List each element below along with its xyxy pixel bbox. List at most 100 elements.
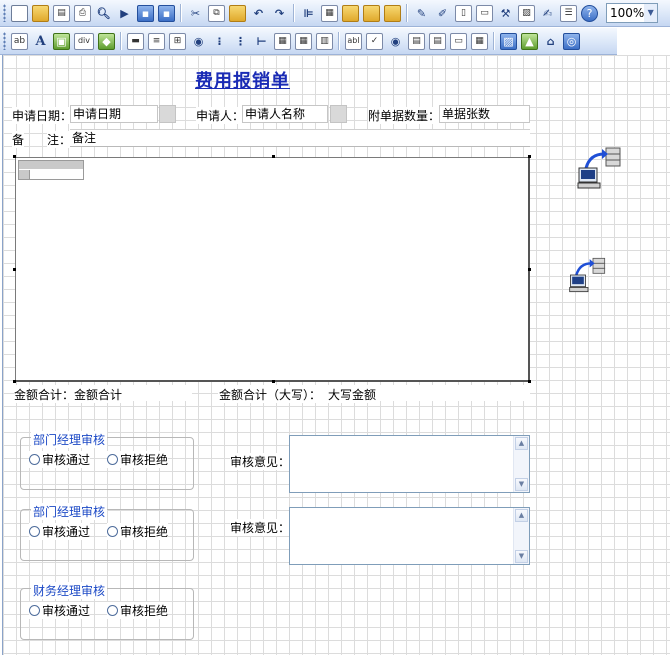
combo-icon[interactable]: ▤ [408, 32, 425, 50]
toolbar-grip[interactable] [3, 32, 6, 50]
resize-handle[interactable] [272, 155, 275, 158]
hierarchy-icon[interactable]: ⊢ [253, 33, 270, 50]
table-icon[interactable]: ▦ [274, 32, 291, 50]
panel-icon[interactable]: ▥ [316, 32, 333, 50]
div-icon[interactable]: div [74, 32, 94, 50]
open-folder-icon[interactable] [32, 4, 49, 22]
scroll-down-icon[interactable]: ▼ [515, 550, 528, 563]
radio-icon[interactable]: ◉ [387, 33, 404, 50]
calendar-icon[interactable]: ▦ [471, 32, 488, 50]
paste-icon[interactable] [229, 4, 246, 22]
page-icon[interactable]: ▯ [455, 4, 472, 22]
scroll-down-icon[interactable]: ▼ [515, 478, 528, 491]
opinion-label: 审核意见： [230, 453, 291, 470]
label-icon[interactable]: A [32, 33, 49, 50]
comment-icon[interactable]: ▭ [476, 4, 493, 22]
database-connect-icon[interactable] [576, 146, 624, 190]
save-icon[interactable]: ▪ [137, 4, 154, 22]
bring-front-icon[interactable] [342, 4, 359, 22]
radio-approve[interactable]: 审核通过 [29, 451, 91, 468]
send-back-icon[interactable] [363, 4, 380, 22]
redo-icon[interactable]: ↷ [271, 5, 288, 22]
resize-handle[interactable] [528, 380, 531, 383]
applicant-label: 申请人： [196, 107, 245, 124]
picture-icon[interactable]: ▨ [500, 32, 517, 50]
radio-circle-icon[interactable] [29, 526, 40, 537]
globe-icon[interactable]: ◉ [190, 33, 207, 50]
applicant-field[interactable]: 申请人名称 [242, 105, 328, 123]
attach-count-field[interactable]: 单据张数 [439, 105, 530, 123]
check-icon[interactable]: ✐ [434, 5, 451, 22]
group-icon[interactable] [384, 4, 401, 22]
chevron-down-icon[interactable]: ▼ [644, 4, 657, 22]
image-icon[interactable]: ▣ [53, 32, 70, 50]
properties-icon[interactable]: ▦ [321, 4, 338, 22]
save-all-icon[interactable]: ▪ [158, 4, 175, 22]
opinion-label: 审核意见： [230, 519, 291, 536]
resize-handle[interactable] [528, 155, 531, 158]
radio-circle-icon[interactable] [107, 454, 118, 465]
chart-icon[interactable]: ▨ [518, 4, 535, 22]
help-icon[interactable]: ? [581, 4, 598, 22]
resize-handle[interactable] [272, 380, 275, 383]
edit-icon[interactable]: ✎ [413, 5, 430, 22]
radio-approve[interactable]: 审核通过 [29, 523, 91, 540]
applicant-dropdown-button[interactable] [330, 105, 347, 123]
listbox-icon[interactable]: ▤ [429, 32, 446, 50]
radio-reject[interactable]: 审核拒绝 [107, 602, 169, 619]
list-icon[interactable]: ☰ [560, 4, 577, 22]
radio-approve[interactable]: 审核通过 [29, 602, 91, 619]
apply-date-dropdown-button[interactable] [159, 105, 176, 123]
button-icon[interactable]: ▭ [450, 32, 467, 50]
shape-icon[interactable]: ◆ [98, 32, 115, 50]
grid-header[interactable] [18, 160, 84, 180]
undo-icon[interactable]: ↶ [250, 5, 267, 22]
detail-band-icon[interactable]: ≡ [148, 32, 165, 50]
opinion-textarea[interactable]: ▲ ▼ [289, 507, 530, 565]
align-icon[interactable]: ⊫ [300, 5, 317, 22]
toolbar-grip[interactable] [3, 4, 6, 22]
print-icon[interactable]: ⎙ [74, 4, 91, 22]
input-icon[interactable]: abl [345, 32, 362, 50]
tree-icon[interactable]: ⋮ [232, 33, 249, 50]
database-connect-icon[interactable] [568, 255, 608, 295]
apply-date-field[interactable]: 申请日期 [70, 105, 158, 123]
print-preview-icon[interactable]: ▤ [53, 4, 70, 22]
scroll-up-icon[interactable]: ▲ [515, 437, 528, 450]
radio-circle-icon[interactable] [29, 605, 40, 616]
arrow-up-icon[interactable]: ▲ [521, 32, 538, 50]
total-value[interactable]: 金额合计 [74, 386, 123, 403]
grid-icon[interactable]: ▦ [295, 32, 312, 50]
scrollbar[interactable]: ▲ ▼ [513, 436, 529, 492]
list-bullet-icon[interactable]: ⁝ [211, 33, 228, 50]
new-doc-icon[interactable] [11, 4, 28, 22]
web-icon[interactable]: ◎ [563, 32, 580, 50]
cut-icon[interactable]: ✂ [187, 5, 204, 22]
report-icon[interactable]: ✍ [539, 5, 556, 22]
find-icon[interactable]: 🔍︎ [95, 5, 112, 22]
radio-circle-icon[interactable] [107, 605, 118, 616]
scrollbar[interactable]: ▲ ▼ [513, 508, 529, 564]
opinion-textarea[interactable]: ▲ ▼ [289, 435, 530, 493]
header-band-icon[interactable]: ▬ [127, 32, 144, 50]
resize-handle[interactable] [528, 268, 531, 271]
total-upper-value[interactable]: 大写金额 [328, 386, 377, 403]
radio-circle-icon[interactable] [29, 454, 40, 465]
scroll-up-icon[interactable]: ▲ [515, 509, 528, 522]
checkbox-icon[interactable]: ✓ [366, 32, 383, 50]
radio-circle-icon[interactable] [107, 526, 118, 537]
textbox-icon[interactable]: ab [11, 32, 28, 50]
resize-handle[interactable] [13, 268, 16, 271]
radio-reject[interactable]: 审核拒绝 [107, 523, 169, 540]
run-icon[interactable]: ▶ [116, 5, 133, 22]
resize-handle[interactable] [13, 380, 16, 383]
remark-field[interactable]: 备注 [70, 129, 530, 147]
detail-grid[interactable] [15, 157, 530, 382]
copy-icon[interactable]: ⧉ [208, 4, 225, 22]
subreport-icon[interactable]: ⊞ [169, 32, 186, 50]
link-icon[interactable]: ⌂ [542, 33, 559, 50]
zoom-select[interactable]: 100% ▼ [606, 3, 658, 23]
resize-handle[interactable] [13, 155, 16, 158]
radio-reject[interactable]: 审核拒绝 [107, 451, 169, 468]
tools-icon[interactable]: ⚒ [497, 5, 514, 22]
